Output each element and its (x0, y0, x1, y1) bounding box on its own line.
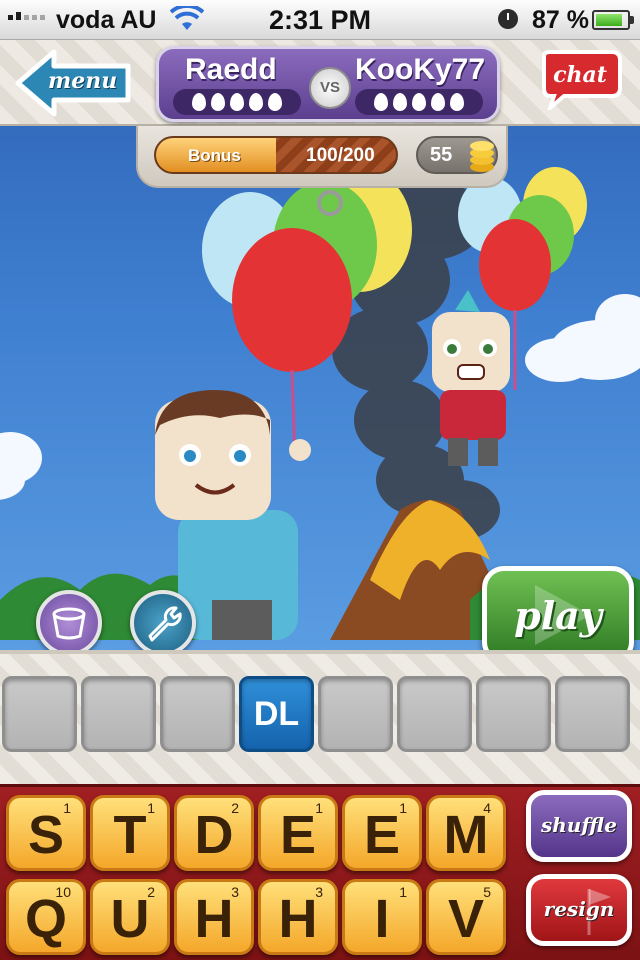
balloon-icon (393, 93, 407, 111)
play-label: play (514, 593, 602, 638)
balloon-icon (230, 93, 244, 111)
tile-letter: T (113, 805, 147, 865)
tile-points: 1 (315, 800, 323, 816)
bonus-panel: Bonus 100/200 55 (136, 126, 508, 188)
balloon-icon (374, 93, 388, 111)
tile-points: 1 (399, 800, 407, 816)
player-name-left: Raedd (185, 53, 277, 86)
letter-tile[interactable]: U 2 (90, 879, 170, 955)
battery-percent: 87 % (532, 6, 589, 34)
word-slot[interactable] (160, 676, 235, 752)
bag-button[interactable] (36, 590, 102, 656)
tile-points: 4 (483, 800, 491, 816)
tile-letter: V (447, 889, 485, 949)
balloon-icon (268, 93, 282, 111)
tile-points: 2 (147, 884, 155, 900)
tools-button[interactable] (130, 590, 196, 656)
opponent-character-right (432, 290, 510, 466)
tile-points: 1 (147, 800, 155, 816)
bonus-progress-bar: Bonus 100/200 (154, 136, 398, 174)
word-slot[interactable] (555, 676, 630, 752)
tile-letter: H (194, 889, 234, 949)
letter-tile[interactable]: D 2 (174, 795, 254, 871)
battery-icon (592, 10, 634, 30)
menu-label: menu (48, 68, 118, 94)
balloon-icon (431, 93, 445, 111)
letter-tile[interactable]: E 1 (258, 795, 338, 871)
tile-letter: I (374, 889, 390, 949)
letter-tile[interactable]: Q 10 (6, 879, 86, 955)
tile-letter: Q (24, 889, 67, 949)
player-left-balloon-tray (173, 89, 301, 115)
shuffle-label: shuffle (541, 813, 617, 837)
versus-panel: Raedd KooKy77 VS (156, 46, 500, 122)
word-slot[interactable] (2, 676, 77, 752)
balloon-icon (450, 93, 464, 111)
tile-points: 3 (231, 884, 239, 900)
tile-points: 1 (399, 884, 407, 900)
word-slot-row: DL (2, 676, 630, 752)
tile-points: 3 (315, 884, 323, 900)
cloud-right (525, 294, 640, 382)
cloud-left (0, 432, 42, 500)
resign-label: resign (543, 897, 615, 921)
balloon-icon (211, 93, 225, 111)
letter-tile[interactable]: T 1 (90, 795, 170, 871)
letter-tile[interactable]: V 5 (426, 879, 506, 955)
balloon-icon (192, 93, 206, 111)
word-board: DL (0, 650, 640, 784)
wrench-icon (148, 606, 182, 642)
word-slot[interactable] (476, 676, 551, 752)
resign-button[interactable]: resign (526, 874, 632, 946)
word-slot[interactable] (397, 676, 472, 752)
balloon-hook (317, 190, 343, 216)
coin-counter: 55 (416, 136, 498, 174)
letter-tile[interactable]: H 3 (174, 879, 254, 955)
vs-badge: VS (309, 67, 351, 109)
letter-tile[interactable]: S 1 (6, 795, 86, 871)
tile-points: 2 (231, 800, 239, 816)
shuffle-button[interactable]: shuffle (526, 790, 632, 862)
bag-icon (52, 607, 86, 640)
letter-tile[interactable]: H 3 (258, 879, 338, 955)
tile-points: 1 (63, 800, 71, 816)
balloon-icon (412, 93, 426, 111)
letter-tile[interactable]: E 1 (342, 795, 422, 871)
tile-points: 10 (55, 884, 71, 900)
alarm-icon (498, 9, 518, 29)
bonus-value: 100/200 (306, 145, 375, 166)
tile-letter: D (194, 805, 234, 865)
chat-button[interactable]: chat (534, 48, 626, 115)
menu-button[interactable]: menu (14, 48, 134, 118)
word-slot[interactable] (81, 676, 156, 752)
word-slot[interactable] (318, 676, 393, 752)
bonus-label: Bonus (188, 146, 241, 165)
player-right-balloon-tray (355, 89, 483, 115)
player-name-right: KooKy77 (355, 53, 486, 86)
tile-letter: M (443, 805, 489, 865)
word-slot-double-letter[interactable]: DL (239, 676, 314, 752)
tile-letter: U (110, 889, 150, 949)
tile-letter: S (27, 805, 65, 865)
tile-letter: E (279, 805, 317, 865)
letter-tile[interactable]: I 1 (342, 879, 422, 955)
chat-label: chat (553, 62, 607, 88)
coin-stack-icon (470, 141, 494, 172)
coin-count: 55 (430, 144, 453, 166)
tile-letter: H (278, 889, 318, 949)
tile-letter: E (363, 805, 401, 865)
tile-points: 5 (483, 884, 491, 900)
letter-tile[interactable]: M 4 (426, 795, 506, 871)
balloon-icon (249, 93, 263, 111)
status-bar: voda AU 2:31 PM 87 % (0, 0, 640, 40)
